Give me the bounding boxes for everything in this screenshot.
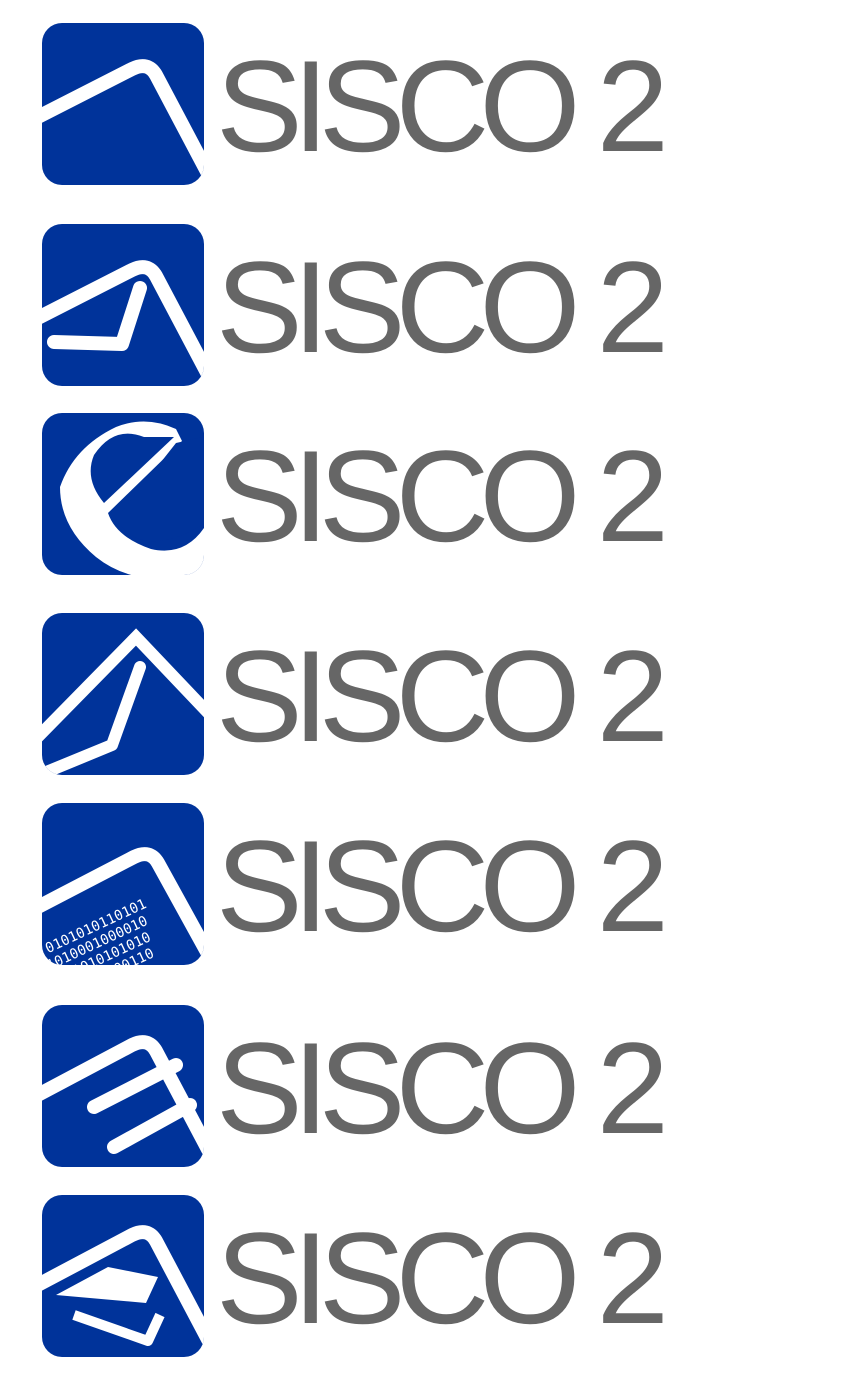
logo-variant-data: 0101010110101 1010001000010 010101010101… [0, 797, 850, 967]
roof-arch-icon [42, 23, 204, 185]
brand-wordmark: SISCO 2 [216, 1205, 669, 1351]
logo-variant-envelope: SISCO 2 [0, 1189, 850, 1359]
roof-document-lines-icon [42, 1005, 204, 1167]
logo-variant-house: SISCO 2 [0, 607, 850, 777]
house-chart-icon [42, 613, 204, 775]
brand-wordmark: SISCO 2 [216, 423, 669, 569]
roof-binary-data-icon: 0101010110101 1010001000010 010101010101… [42, 803, 204, 965]
roof-envelope-icon [42, 1195, 204, 1357]
logo-variant-check: SISCO 2 [0, 218, 850, 388]
logo-variant-e: SISCO 2 [0, 407, 850, 577]
e-letter-icon [42, 413, 204, 575]
brand-wordmark: SISCO 2 [216, 33, 669, 179]
logo-variant-roof: SISCO 2 [0, 17, 850, 187]
brand-wordmark: SISCO 2 [216, 234, 669, 380]
brand-wordmark: SISCO 2 [216, 1015, 669, 1161]
brand-wordmark: SISCO 2 [216, 623, 669, 769]
logo-variant-document: SISCO 2 [0, 999, 850, 1169]
brand-wordmark: SISCO 2 [216, 813, 669, 959]
roof-check-icon [42, 224, 204, 386]
